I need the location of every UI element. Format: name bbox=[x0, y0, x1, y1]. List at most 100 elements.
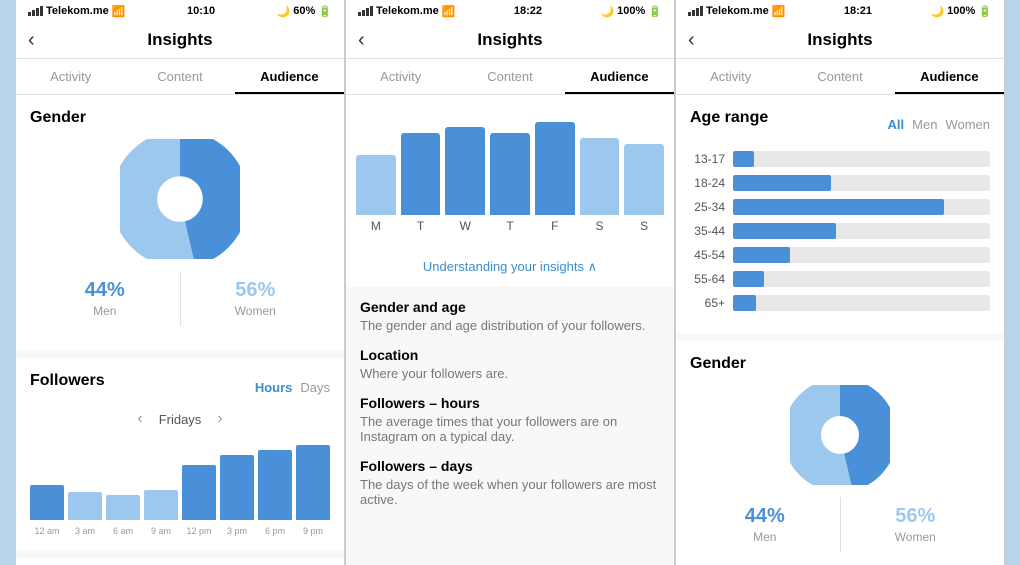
age-section: Age range All Men Women 13-17 18-24 bbox=[676, 95, 1004, 333]
nav-title-2: Insights bbox=[477, 30, 542, 50]
tab-activity-3[interactable]: Activity bbox=[676, 59, 785, 94]
bar-0 bbox=[30, 485, 64, 520]
week-bar-chart bbox=[346, 95, 674, 215]
pie-svg-1 bbox=[120, 139, 240, 259]
label-12am: 12 am bbox=[30, 526, 64, 536]
time-3: 18:21 bbox=[844, 5, 872, 17]
wlabel-1: T bbox=[401, 219, 441, 233]
label-3am: 3 am bbox=[68, 526, 102, 536]
toggle-hours[interactable]: Hours bbox=[255, 380, 293, 395]
tab-activity-1[interactable]: Activity bbox=[16, 59, 125, 94]
age-label-4: 45-54 bbox=[690, 248, 725, 262]
understanding-link-2[interactable]: Understanding your insights ∧ bbox=[346, 247, 674, 287]
tab-content-1[interactable]: Content bbox=[125, 59, 234, 94]
info-title-1: Location bbox=[360, 347, 660, 363]
status-bar-3: Telekom.me 📶 18:21 🌙 100% 🔋 bbox=[676, 0, 1004, 22]
filter-men[interactable]: Men bbox=[912, 117, 937, 132]
back-button-3[interactable]: ‹ bbox=[688, 29, 695, 52]
age-range-header: Age range All Men Women bbox=[690, 109, 990, 139]
phone-2: Telekom.me 📶 18:22 🌙 100% 🔋 ‹ Insights A… bbox=[345, 0, 675, 565]
status-bar-1: Telekom.me 📶 10:10 🌙 60% 🔋 bbox=[16, 0, 344, 22]
wbar-1 bbox=[401, 133, 441, 216]
age-label-6: 65+ bbox=[690, 296, 725, 310]
wbar-0 bbox=[356, 155, 396, 216]
tab-audience-2[interactable]: Audience bbox=[565, 59, 674, 94]
nav-bar-1: ‹ Insights bbox=[16, 22, 344, 59]
bar-1 bbox=[68, 492, 102, 520]
women-percent-3: 56% bbox=[841, 505, 991, 528]
men-label-3: Men bbox=[690, 530, 840, 544]
label-9am: 9 am bbox=[144, 526, 178, 536]
label-6pm: 6 pm bbox=[258, 526, 292, 536]
moon-icon-2: 🌙 bbox=[600, 5, 614, 18]
tab-content-3[interactable]: Content bbox=[785, 59, 894, 94]
tab-content-2[interactable]: Content bbox=[455, 59, 564, 94]
age-row-3: 35-44 bbox=[690, 223, 990, 239]
age-bar-bg-5 bbox=[733, 271, 990, 287]
info-item-3: Followers – days The days of the week wh… bbox=[360, 458, 660, 507]
back-button-2[interactable]: ‹ bbox=[358, 29, 365, 52]
men-percent: 44% bbox=[30, 279, 180, 302]
age-row-4: 45-54 bbox=[690, 247, 990, 263]
age-row-5: 55-64 bbox=[690, 271, 990, 287]
filter-women[interactable]: Women bbox=[945, 117, 990, 132]
current-day: Fridays bbox=[159, 412, 202, 427]
battery-2: 100% bbox=[617, 5, 645, 17]
content-1: Gender 44% Men bbox=[16, 95, 344, 565]
men-percent-3: 44% bbox=[690, 505, 840, 528]
bar-3 bbox=[144, 490, 178, 520]
understanding-link-1[interactable]: Understanding your insights ∨ bbox=[16, 558, 344, 565]
age-bar-fill-4 bbox=[733, 247, 790, 263]
carrier-2: Telekom.me bbox=[376, 5, 439, 17]
men-stat: 44% Men bbox=[30, 271, 181, 326]
age-filter: All Men Women bbox=[888, 117, 990, 132]
age-label-2: 25-34 bbox=[690, 200, 725, 214]
pie-chart-3: 44% Men 56% Women bbox=[690, 385, 990, 552]
next-day-button[interactable]: › bbox=[217, 410, 222, 428]
wbar-6 bbox=[624, 144, 664, 216]
info-item-0: Gender and age The gender and age distri… bbox=[360, 299, 660, 333]
signal-icon-2 bbox=[358, 6, 373, 16]
age-bar-bg-4 bbox=[733, 247, 990, 263]
tabs-3: Activity Content Audience bbox=[676, 59, 1004, 95]
age-label-5: 55-64 bbox=[690, 272, 725, 286]
wlabel-2: W bbox=[445, 219, 485, 233]
info-desc-3: The days of the week when your followers… bbox=[360, 477, 660, 507]
gender-title-1: Gender bbox=[30, 109, 330, 127]
tab-audience-1[interactable]: Audience bbox=[235, 59, 344, 94]
gender-section-3: Gender 44% Men 56% Women bbox=[676, 341, 1004, 565]
wlabel-0: M bbox=[356, 219, 396, 233]
week-chart-container: M T W T F S S bbox=[346, 95, 674, 247]
tabs-1: Activity Content Audience bbox=[16, 59, 344, 95]
followers-section-1: Followers Hours Days ‹ Fridays › bbox=[16, 358, 344, 550]
back-button-1[interactable]: ‹ bbox=[28, 29, 35, 52]
wifi-icon: 📶 bbox=[112, 5, 126, 18]
bar-4 bbox=[182, 465, 216, 520]
wlabel-3: T bbox=[490, 219, 530, 233]
prev-day-button[interactable]: ‹ bbox=[137, 410, 142, 428]
women-label-3: Women bbox=[841, 530, 991, 544]
wifi-icon-2: 📶 bbox=[442, 5, 456, 18]
pie-svg-3 bbox=[790, 385, 890, 485]
label-9pm: 9 pm bbox=[296, 526, 330, 536]
info-title-0: Gender and age bbox=[360, 299, 660, 315]
info-desc-2: The average times that your followers ar… bbox=[360, 414, 660, 444]
age-bar-fill-6 bbox=[733, 295, 756, 311]
info-list: Gender and age The gender and age distri… bbox=[346, 287, 674, 533]
age-bar-bg-6 bbox=[733, 295, 990, 311]
filter-all[interactable]: All bbox=[888, 117, 905, 132]
age-bar-bg-2 bbox=[733, 199, 990, 215]
men-stat-3: 44% Men bbox=[690, 497, 841, 552]
content-2: M T W T F S S Understanding your insight… bbox=[346, 95, 674, 565]
age-bar-bg-3 bbox=[733, 223, 990, 239]
label-3pm: 3 pm bbox=[220, 526, 254, 536]
tab-audience-3[interactable]: Audience bbox=[895, 59, 1004, 94]
pie-legend-1: 44% Men 56% Women bbox=[30, 271, 330, 326]
age-bar-fill-0 bbox=[733, 151, 754, 167]
toggle-days[interactable]: Days bbox=[300, 380, 330, 395]
info-item-2: Followers – hours The average times that… bbox=[360, 395, 660, 444]
tab-activity-2[interactable]: Activity bbox=[346, 59, 455, 94]
age-row-2: 25-34 bbox=[690, 199, 990, 215]
followers-title: Followers bbox=[30, 372, 105, 390]
women-percent: 56% bbox=[181, 279, 331, 302]
